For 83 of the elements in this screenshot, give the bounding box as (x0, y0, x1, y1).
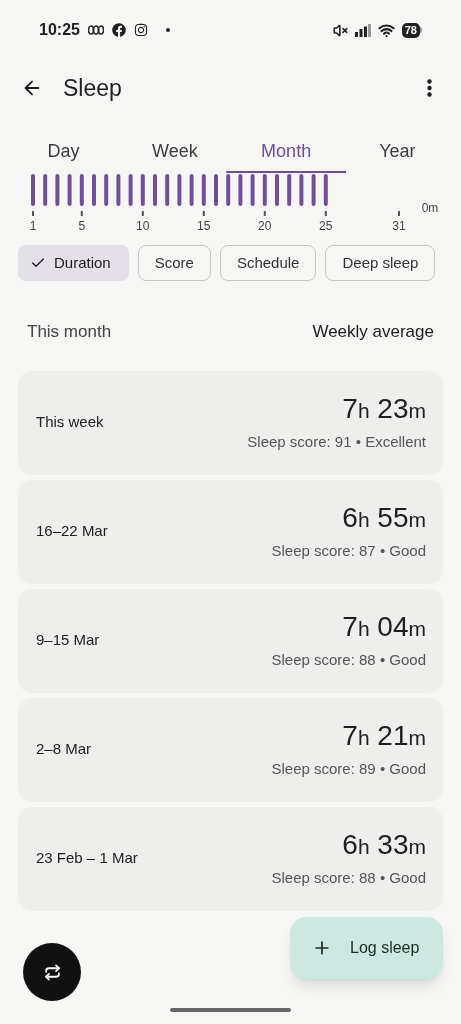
week-period: This week (36, 412, 104, 433)
axis-label: 0m (421, 201, 439, 215)
logo-icon (87, 25, 104, 35)
week-card[interactable]: This week 7h 23m Sleep score: 91 • Excellent (18, 370, 443, 475)
period-tab[interactable]: Year (341, 136, 453, 166)
bar (104, 174, 109, 206)
bar (153, 174, 157, 206)
section-label: Weekly average (312, 321, 434, 343)
more-options-icon (426, 79, 432, 97)
wifi-icon (377, 21, 395, 39)
axis-label: 31 (392, 219, 406, 233)
duration-value: 6h 55m (342, 500, 426, 535)
week-period: 16–22 Mar (36, 521, 108, 542)
axis-label: 10 (136, 219, 150, 233)
bar (116, 174, 121, 206)
bar (287, 174, 292, 206)
axis-label: 15 (197, 219, 211, 233)
sleep-score: Sleep score: 89 • Good (271, 758, 426, 779)
bar (311, 174, 316, 206)
filter-chip[interactable]: Duration (18, 245, 129, 281)
tick-mark (202, 211, 205, 216)
bar (201, 174, 206, 206)
bar (79, 174, 84, 206)
axis-label: 1 (29, 219, 37, 233)
tick-mark (398, 211, 400, 216)
signal-icon (354, 23, 371, 37)
bar (128, 174, 133, 206)
bar (275, 174, 279, 206)
status-time: 10:25 (39, 20, 80, 40)
bar (214, 174, 218, 206)
period-tab[interactable]: Week (119, 136, 231, 166)
page-title: Sleep (63, 73, 123, 103)
bar (140, 174, 145, 206)
bar (55, 174, 60, 206)
duration-value: 7h 23m (342, 391, 426, 426)
log-sleep-button[interactable]: Log sleep (290, 917, 443, 979)
bar (238, 174, 243, 206)
week-period: 2–8 Mar (36, 739, 92, 760)
bar (92, 174, 96, 206)
week-period: 9–15 Mar (36, 630, 100, 651)
filter-chip[interactable]: Score (137, 245, 211, 281)
week-card[interactable]: 9–15 Mar 7h 04m Sleep score: 88 • Good (18, 588, 443, 693)
sleep-score: Sleep score: 88 • Good (271, 649, 426, 670)
sleep-score: Sleep score: 88 • Good (271, 867, 426, 888)
rotate-icon (43, 963, 61, 981)
facebook-icon (111, 23, 126, 37)
week-card[interactable]: 23 Feb – 1 Mar 6h 33m Sleep score: 88 • Good (18, 806, 443, 911)
bar (189, 174, 194, 206)
tick-mark (263, 211, 266, 216)
sleep-score: Sleep score: 91 • Excellent (247, 431, 426, 452)
duration-value: 6h 33m (342, 827, 426, 862)
tick-mark (32, 211, 34, 216)
duration-value: 7h 21m (342, 718, 426, 753)
bar (250, 174, 255, 206)
duration-value: 7h 04m (342, 609, 426, 644)
sleep-score: Sleep score: 87 • Good (271, 540, 426, 561)
bar (323, 174, 328, 206)
instagram-icon (133, 23, 148, 37)
tick-mark (80, 211, 83, 216)
axis-label: 25 (319, 219, 333, 233)
axis-label: 20 (258, 219, 272, 233)
bar (177, 174, 182, 206)
battery-icon: 78 (401, 22, 422, 38)
bar (43, 174, 48, 206)
bar (299, 174, 304, 206)
week-card[interactable]: 2–8 Mar 7h 21m Sleep score: 89 • Good (18, 697, 443, 802)
period-tab[interactable]: Day (8, 136, 120, 166)
rotate-button[interactable] (23, 943, 81, 1001)
bar (226, 174, 231, 206)
axis-label: 5 (78, 219, 86, 233)
bar (67, 174, 72, 206)
muted-speaker-icon (332, 22, 348, 38)
week-period: 23 Feb – 1 Mar (36, 848, 138, 869)
filter-chip[interactable]: Schedule (219, 245, 317, 281)
tick-mark (141, 211, 144, 216)
week-card[interactable]: 16–22 Mar 6h 55m Sleep score: 87 • Good (18, 479, 443, 584)
filter-chip[interactable]: Deep sleep (325, 245, 436, 281)
tick-mark (324, 211, 327, 216)
section-label: This month (27, 321, 112, 343)
bar (31, 174, 35, 206)
bar (165, 174, 170, 206)
period-tab[interactable]: Month (230, 136, 342, 166)
bar (262, 174, 267, 206)
